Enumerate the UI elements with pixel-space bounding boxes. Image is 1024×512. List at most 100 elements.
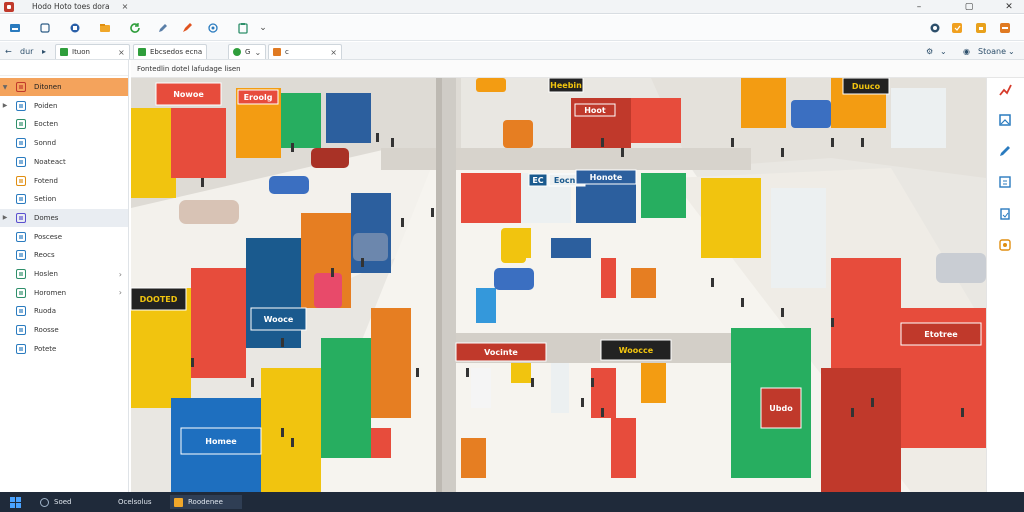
rail-image-icon[interactable]: [997, 112, 1013, 128]
folder-icon: [16, 212, 26, 223]
window-title: Hodo Hoto toes dora: [32, 2, 110, 11]
settings-icon[interactable]: ⚙: [926, 44, 933, 58]
folder-icon[interactable]: [98, 21, 112, 35]
forward-arrow-icon[interactable]: ▸: [42, 44, 46, 58]
tab-3[interactable]: G ⌄: [228, 44, 267, 59]
sidebar-item-label: Horomen: [34, 288, 67, 297]
chevron-right-icon[interactable]: ›: [119, 288, 122, 297]
shopper-figure: [281, 428, 284, 437]
sidebar-item-label: Poscese: [34, 232, 63, 241]
title-bar: Hodo Hoto toes dora × – ▢ ✕: [0, 0, 1024, 14]
refresh-icon[interactable]: [128, 21, 142, 35]
exit-icon[interactable]: [998, 21, 1012, 35]
search-dropdown-icon[interactable]: ⌄: [1008, 44, 1015, 58]
sidebar-item[interactable]: Setion: [0, 190, 128, 208]
copy-icon[interactable]: [38, 21, 52, 35]
sidebar-item-label: Noateact: [34, 157, 66, 166]
sidebar-item[interactable]: ▼ Ditonen: [0, 78, 128, 96]
breadcrumb: Fontedlin dotel lafudage lisen: [137, 64, 241, 73]
sidebar-item-label: Poiden: [34, 101, 58, 110]
shopper-figure: [401, 218, 404, 227]
minimize-button[interactable]: –: [904, 0, 934, 14]
edit-icon[interactable]: [156, 21, 170, 35]
tab-4[interactable]: c ×: [268, 44, 342, 59]
tab-dropdown-icon[interactable]: ⌄: [254, 48, 261, 57]
clipboard-icon[interactable]: [236, 21, 250, 35]
tab-2[interactable]: Ebcsedos ecna: [133, 44, 208, 59]
sidebar-item[interactable]: Roosse: [0, 321, 128, 339]
folder-icon: [16, 100, 26, 111]
folder-icon: [16, 156, 26, 167]
lock-icon[interactable]: [974, 21, 988, 35]
tab-close-button[interactable]: ×: [330, 48, 337, 57]
close-button[interactable]: ✕: [994, 0, 1024, 14]
sidebar-item-label: Ruoda: [34, 307, 57, 316]
help-icon[interactable]: [928, 21, 942, 35]
rail-arrow-icon[interactable]: [997, 82, 1013, 98]
settings-dropdown-icon[interactable]: ⌄: [940, 44, 947, 58]
star-icon[interactable]: [950, 21, 964, 35]
back-label[interactable]: dur: [20, 44, 33, 58]
shopper-figure: [711, 278, 714, 287]
sidebar-item[interactable]: Sonnd: [0, 134, 128, 152]
rail-settings-icon[interactable]: [997, 237, 1013, 253]
chevron-right-icon[interactable]: ›: [119, 270, 122, 279]
taskbar-item-apps[interactable]: Ocelsolus: [114, 495, 156, 509]
taskbar-item-active-window[interactable]: Roodenee: [170, 495, 242, 509]
restore-button[interactable]: ▢: [954, 0, 984, 14]
tab-row: ← dur ▸ Ituon × Ebcsedos ecna G ⌄ c × ⚙ …: [0, 42, 1024, 60]
sidebar-item[interactable]: Hoslen ›: [0, 265, 128, 283]
sidebar-item[interactable]: Reocs: [0, 246, 128, 264]
shopper-figure: [731, 138, 734, 147]
stack-icon[interactable]: [68, 21, 82, 35]
rail-pen-icon[interactable]: [997, 143, 1013, 159]
caret-right-icon[interactable]: ▶: [0, 102, 10, 109]
content-header: Fontedlin dotel lafudage lisen: [131, 60, 1024, 78]
sidebar-item[interactable]: Potete: [0, 340, 128, 358]
sidebar-item[interactable]: Noateact: [0, 153, 128, 171]
sidebar-item[interactable]: Fotend: [0, 172, 128, 190]
store-sign-label: Heebin: [550, 81, 582, 90]
taskbar-item-label: Ocelsolus: [118, 498, 152, 506]
taskbar-item-search[interactable]: Soed: [36, 495, 75, 509]
taskbar: Soed Ocelsolus Roodenee: [0, 492, 1024, 512]
sidebar-item[interactable]: ▶ Poiden: [0, 97, 128, 115]
sidebar-item[interactable]: ▶ Domes: [0, 208, 128, 227]
tab-label: c: [285, 48, 289, 56]
shopper-figure: [361, 258, 364, 267]
folder-icon: [16, 175, 26, 186]
sidebar-item[interactable]: Horomen ›: [0, 284, 128, 302]
mall-3d-viewport[interactable]: Nowoe Eroolg Eocnc EC Honote Hoot Duuco Heebin V…: [131, 78, 986, 492]
sidebar-item[interactable]: Eocten: [0, 115, 128, 133]
sidebar-item[interactable]: Poscese: [0, 228, 128, 246]
sidebar-item-label: Eocten: [34, 120, 59, 129]
sidebar-item[interactable]: Ruoda: [0, 302, 128, 320]
search-label[interactable]: Stoane: [978, 44, 1006, 58]
pen-icon[interactable]: [180, 21, 194, 35]
shopper-figure: [581, 398, 584, 407]
tab-label: Ituon: [72, 48, 90, 56]
shopper-figure: [591, 378, 594, 387]
inbox-icon[interactable]: [8, 21, 22, 35]
folder-icon: [16, 119, 26, 130]
store-sign-label: Hoot: [584, 106, 606, 115]
shopper-figure: [331, 268, 334, 277]
store-sign: Eroolg: [237, 89, 279, 105]
search-icon[interactable]: ◉: [963, 44, 970, 58]
folder-icon: [16, 343, 26, 354]
caret-down-icon[interactable]: ▼: [0, 84, 10, 91]
toolbar-dropdown-arrow[interactable]: ⌄: [256, 21, 270, 35]
rail-doc-icon[interactable]: [997, 206, 1013, 222]
back-arrow-icon[interactable]: ←: [5, 44, 12, 58]
caret-right-icon[interactable]: ▶: [0, 214, 10, 221]
folder-icon: [16, 231, 26, 242]
tab-close-button[interactable]: ×: [118, 48, 125, 57]
store-sign: Vocinte: [455, 342, 547, 362]
tab-1[interactable]: Ituon ×: [55, 44, 130, 59]
share-icon[interactable]: [206, 21, 220, 35]
start-button[interactable]: [6, 495, 25, 509]
rail-grid-icon[interactable]: [997, 174, 1013, 190]
store-sign: Duuco: [842, 78, 890, 95]
title-tab-close-button[interactable]: ×: [122, 2, 129, 11]
shopper-figure: [831, 138, 834, 147]
